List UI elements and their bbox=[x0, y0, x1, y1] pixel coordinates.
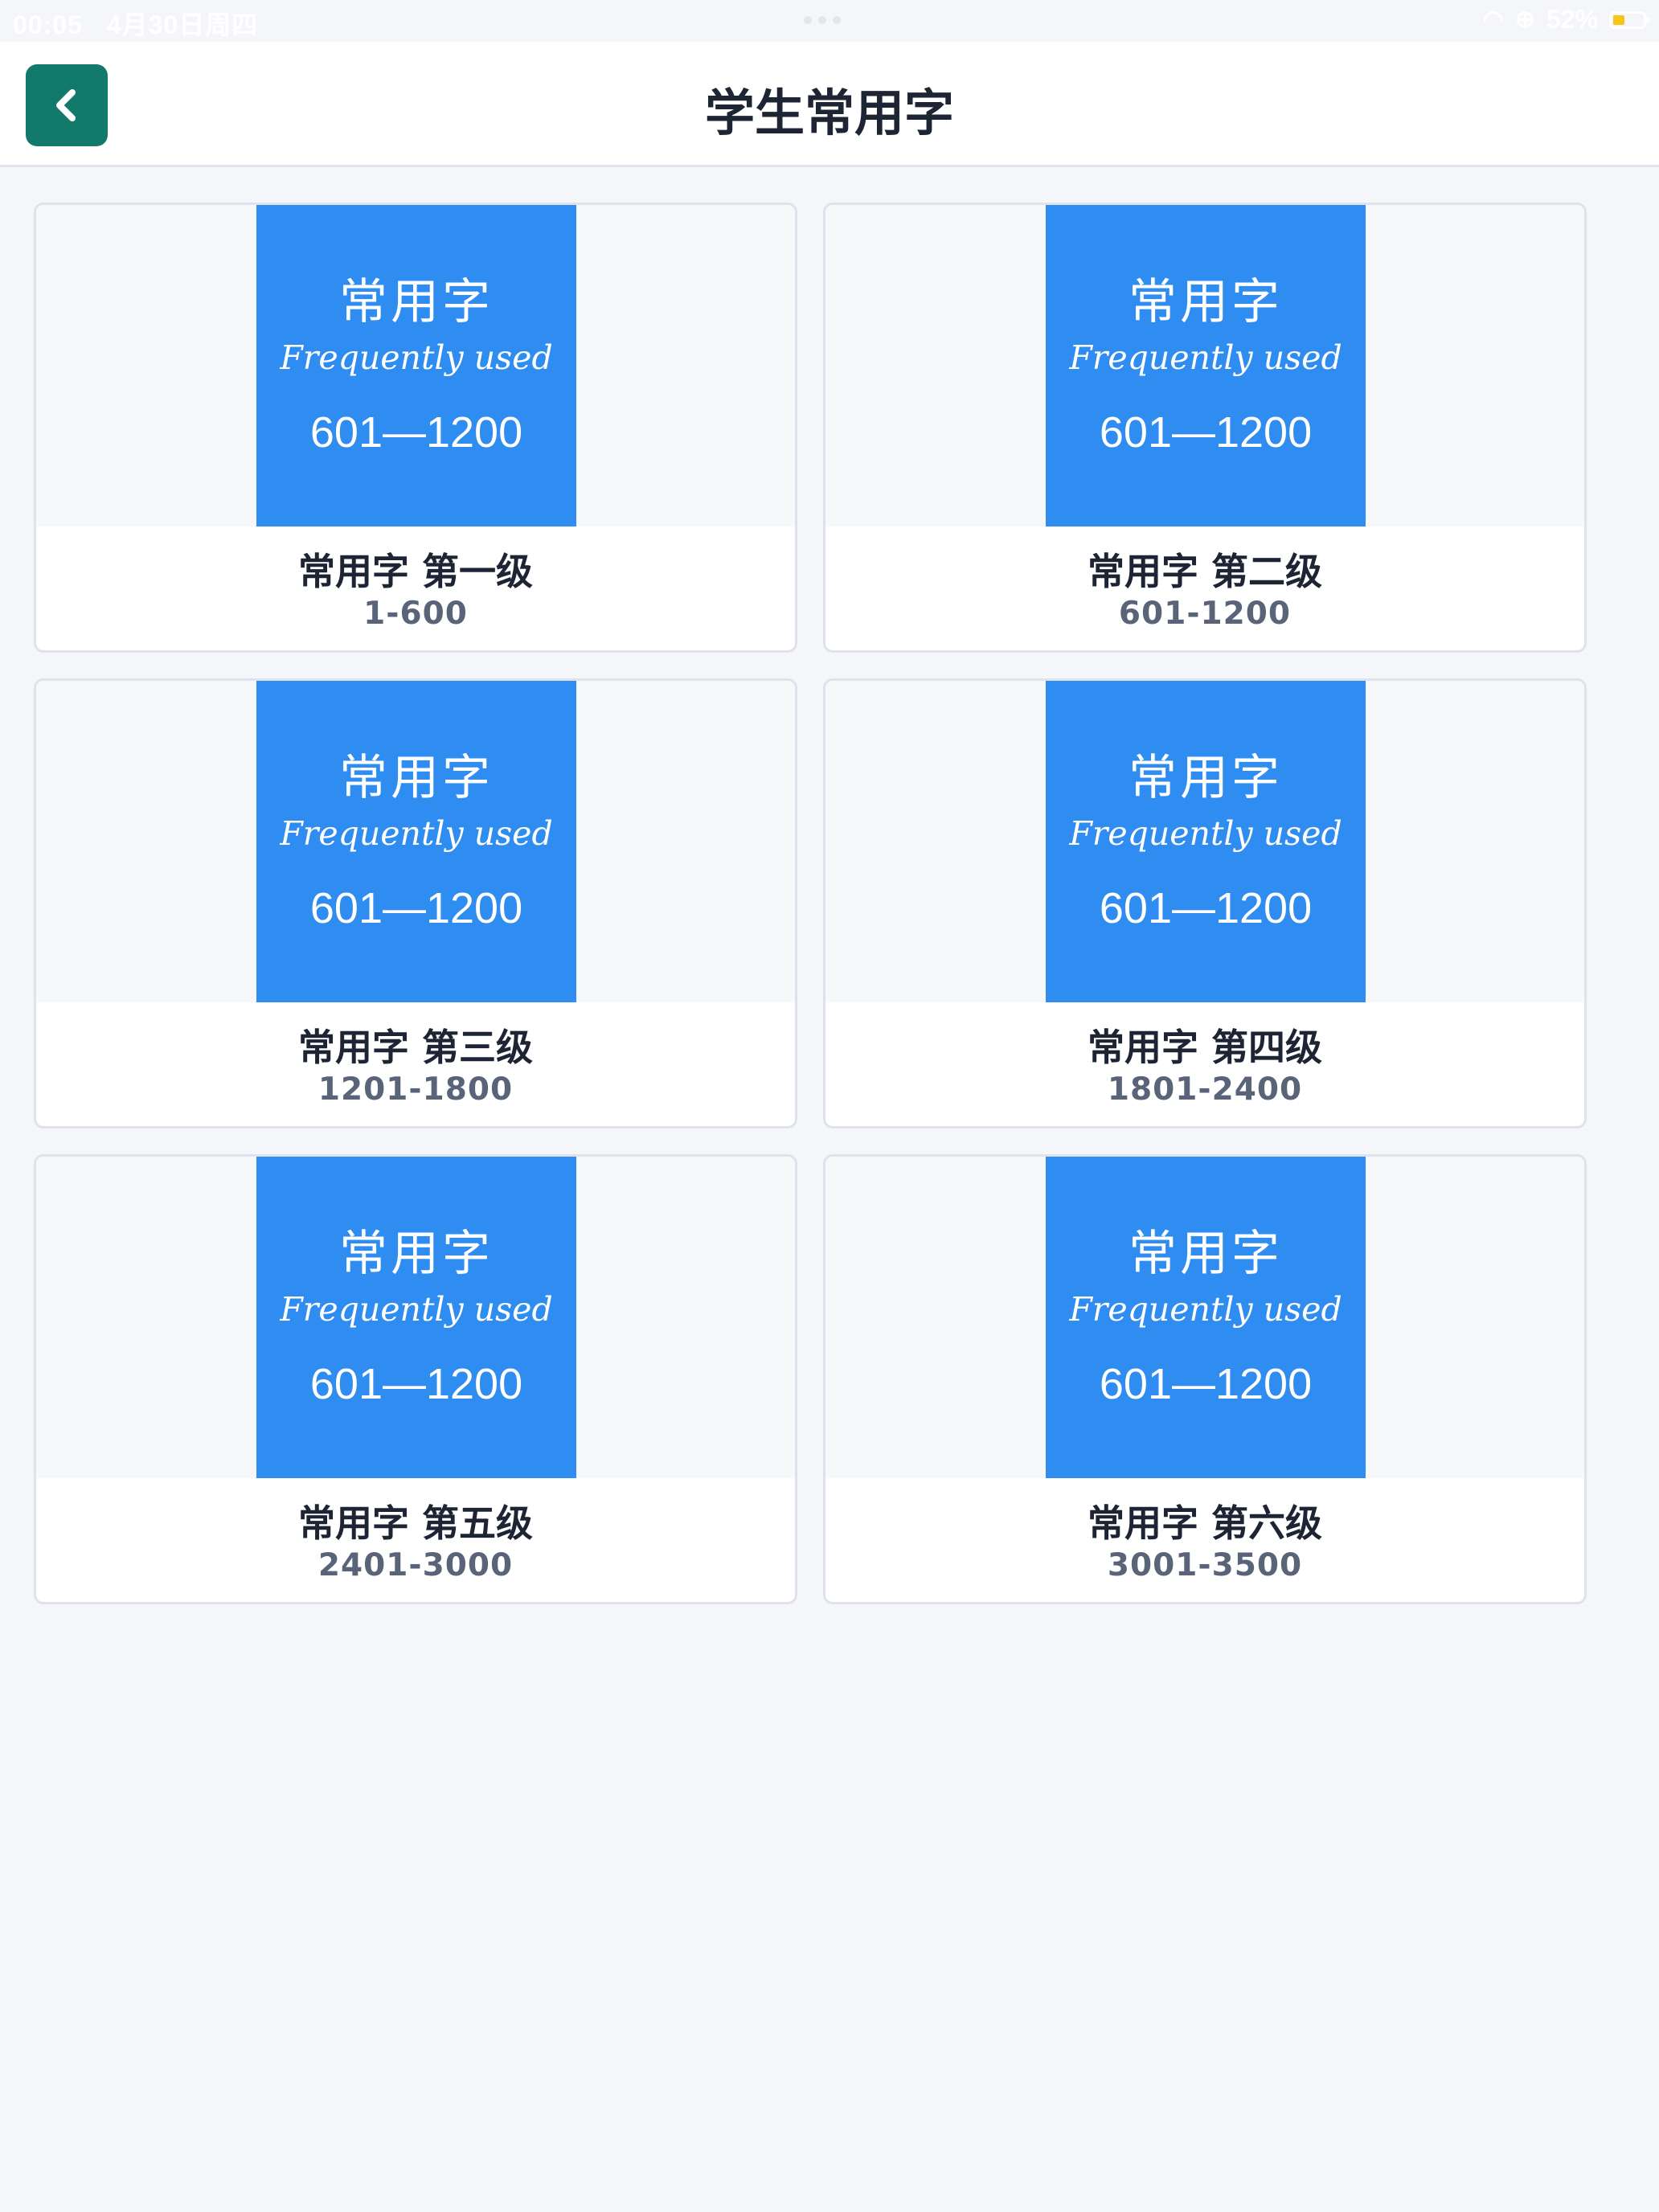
header: 学生常用字 bbox=[0, 42, 1659, 167]
card-title: 常用字 第四级 bbox=[1087, 1026, 1322, 1069]
lock-rotation-icon: ⊕ bbox=[1514, 6, 1535, 33]
level-card-6[interactable]: 常用字 Frequently used 601—1200 常用字 第六级 300… bbox=[823, 1154, 1587, 1604]
card-image-area: 常用字 Frequently used 601—1200 bbox=[36, 1157, 795, 1478]
dot bbox=[833, 16, 841, 24]
card-range: 2401-3000 bbox=[317, 1547, 514, 1583]
cover-subtitle: Frequently used bbox=[1069, 338, 1342, 377]
cover-range: 601—1200 bbox=[1099, 1360, 1313, 1408]
cover-image: 常用字 Frequently used 601—1200 bbox=[1046, 205, 1366, 526]
cover-image: 常用字 Frequently used 601—1200 bbox=[1046, 1157, 1366, 1478]
cover-range: 601—1200 bbox=[1099, 884, 1313, 932]
card-image-area: 常用字 Frequently used 601—1200 bbox=[825, 205, 1584, 526]
level-card-2[interactable]: 常用字 Frequently used 601—1200 常用字 第二级 601… bbox=[823, 203, 1587, 653]
level-card-1[interactable]: 常用字 Frequently used 601—1200 常用字 第一级 1-6… bbox=[34, 203, 797, 653]
cover-title: 常用字 bbox=[1129, 1226, 1283, 1282]
status-left: 00:05 4月30日周四 bbox=[13, 5, 282, 42]
card-title: 常用字 第一级 bbox=[297, 550, 533, 593]
battery-percent: 52% bbox=[1546, 5, 1598, 34]
cover-title: 常用字 bbox=[1129, 274, 1283, 330]
dot bbox=[804, 16, 812, 24]
cover-subtitle: Frequently used bbox=[280, 1290, 553, 1329]
cover-image: 常用字 Frequently used 601—1200 bbox=[256, 681, 576, 1002]
level-card-5[interactable]: 常用字 Frequently used 601—1200 常用字 第五级 240… bbox=[34, 1154, 797, 1604]
card-title: 常用字 第五级 bbox=[297, 1501, 533, 1545]
card-image-area: 常用字 Frequently used 601—1200 bbox=[825, 681, 1584, 1002]
status-time: 00:05 bbox=[13, 10, 83, 39]
wifi-icon: ◠ bbox=[1482, 6, 1504, 33]
cover-image: 常用字 Frequently used 601—1200 bbox=[1046, 681, 1366, 1002]
card-title: 常用字 第六级 bbox=[1087, 1501, 1322, 1545]
status-right: ◠ ⊕ 52% bbox=[1482, 5, 1649, 35]
level-card-4[interactable]: 常用字 Frequently used 601—1200 常用字 第四级 180… bbox=[823, 678, 1587, 1129]
card-range: 601-1200 bbox=[1118, 596, 1292, 632]
cover-title: 常用字 bbox=[339, 1226, 494, 1282]
cover-range: 601—1200 bbox=[309, 408, 523, 457]
cover-image: 常用字 Frequently used 601—1200 bbox=[256, 205, 576, 526]
card-range: 3001-3500 bbox=[1107, 1547, 1303, 1583]
multitasking-dots[interactable] bbox=[804, 16, 841, 24]
cover-image: 常用字 Frequently used 601—1200 bbox=[256, 1157, 576, 1478]
cover-title: 常用字 bbox=[339, 274, 494, 330]
cover-subtitle: Frequently used bbox=[280, 814, 553, 853]
dot bbox=[818, 16, 826, 24]
card-image-area: 常用字 Frequently used 601—1200 bbox=[36, 205, 795, 526]
card-range: 1-600 bbox=[363, 596, 468, 632]
cover-range: 601—1200 bbox=[1099, 408, 1313, 457]
cover-subtitle: Frequently used bbox=[1069, 814, 1342, 853]
card-title: 常用字 第二级 bbox=[1087, 550, 1322, 593]
cover-title: 常用字 bbox=[339, 750, 494, 806]
page-title: 学生常用字 bbox=[704, 84, 954, 142]
card-range: 1201-1800 bbox=[317, 1071, 514, 1108]
card-image-area: 常用字 Frequently used 601—1200 bbox=[36, 681, 795, 1002]
cover-range: 601—1200 bbox=[309, 1360, 523, 1408]
battery-icon bbox=[1609, 10, 1649, 29]
cover-title: 常用字 bbox=[1129, 750, 1283, 806]
status-bar: 00:05 4月30日周四 ◠ ⊕ 52% bbox=[0, 0, 1659, 42]
cover-range: 601—1200 bbox=[309, 884, 523, 932]
status-date: 4月30日周四 bbox=[106, 10, 259, 39]
cover-subtitle: Frequently used bbox=[280, 338, 553, 377]
level-card-3[interactable]: 常用字 Frequently used 601—1200 常用字 第三级 120… bbox=[34, 678, 797, 1129]
card-range: 1801-2400 bbox=[1107, 1071, 1303, 1108]
card-title: 常用字 第三级 bbox=[297, 1026, 533, 1069]
card-image-area: 常用字 Frequently used 601—1200 bbox=[825, 1157, 1584, 1478]
cover-subtitle: Frequently used bbox=[1069, 1290, 1342, 1329]
